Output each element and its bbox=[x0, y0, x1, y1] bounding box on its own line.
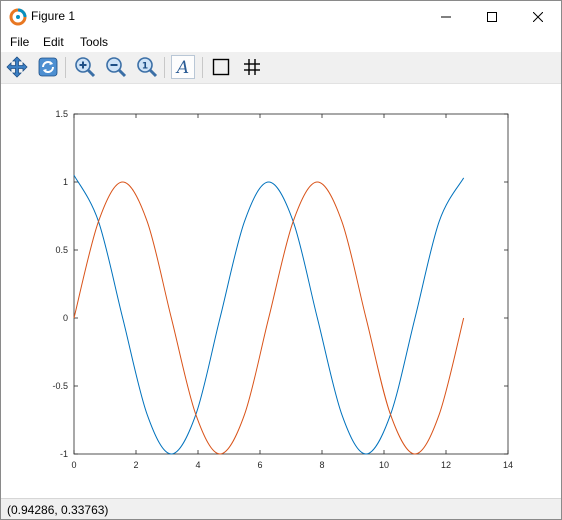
minimize-icon bbox=[441, 16, 451, 17]
menu-edit[interactable]: Edit bbox=[43, 35, 64, 49]
menu-bar: File Edit Tools bbox=[1, 32, 561, 52]
y-tick-label: 0.5 bbox=[55, 245, 68, 255]
zoom-in-button[interactable] bbox=[73, 55, 97, 79]
y-tick-label: -1 bbox=[60, 449, 68, 459]
close-button[interactable] bbox=[515, 1, 561, 32]
close-icon bbox=[533, 11, 543, 22]
x-tick-label: 12 bbox=[441, 460, 451, 470]
octave-logo-icon bbox=[9, 8, 27, 26]
title-bar[interactable]: Figure 1 bbox=[1, 1, 561, 32]
line-chart[interactable]: 0 2 4 6 8 10 12 14 -1 -0.5 0 0.5 1 1.5 bbox=[1, 84, 561, 498]
x-tick-label: 0 bbox=[71, 460, 76, 470]
series-line-2 bbox=[73, 181, 465, 455]
status-bar: (0.94286, 0.33763) bbox=[1, 498, 561, 519]
y-tick-label: 1.5 bbox=[55, 109, 68, 119]
zoom-out-button[interactable] bbox=[104, 55, 128, 79]
x-tick-label: 8 bbox=[319, 460, 324, 470]
text-insert-icon: A bbox=[175, 58, 189, 77]
x-tick-label: 6 bbox=[257, 460, 262, 470]
y-tick-label: 1 bbox=[63, 177, 68, 187]
auto-axes-glyph: 1 bbox=[142, 62, 148, 72]
auto-axes-icon: 1 bbox=[137, 57, 158, 78]
toggle-grid-button[interactable] bbox=[240, 55, 264, 79]
minimize-button[interactable] bbox=[423, 1, 469, 32]
x-tick-label: 4 bbox=[195, 460, 200, 470]
toolbar: 1 A bbox=[1, 52, 561, 84]
text-insert-glyph: A bbox=[175, 58, 189, 77]
axis-ticks: 0 2 4 6 8 10 12 14 -1 -0.5 0 0.5 1 1.5 bbox=[52, 109, 513, 470]
figure-window: Figure 1 File Edit Tools 1 A 0 2 4 6 8 1… bbox=[0, 0, 562, 520]
rotate-icon bbox=[38, 57, 58, 77]
toolbar-separator bbox=[202, 57, 203, 78]
toolbar-separator bbox=[65, 57, 66, 78]
x-tick-label: 10 bbox=[379, 460, 389, 470]
window-title: Figure 1 bbox=[31, 9, 76, 23]
y-tick-label: -0.5 bbox=[52, 381, 68, 391]
maximize-button[interactable] bbox=[469, 1, 515, 32]
pan-icon bbox=[6, 56, 28, 78]
series-layer bbox=[73, 174, 465, 455]
zoom-out-icon bbox=[106, 57, 127, 78]
pan-button[interactable] bbox=[5, 55, 29, 79]
y-tick-label: 0 bbox=[63, 313, 68, 323]
series-line-1 bbox=[73, 174, 465, 455]
plot-canvas[interactable]: 0 2 4 6 8 10 12 14 -1 -0.5 0 0.5 1 1.5 bbox=[1, 84, 561, 498]
auto-axes-button[interactable]: 1 bbox=[135, 55, 159, 79]
rotate-button[interactable] bbox=[36, 55, 60, 79]
maximize-icon bbox=[487, 11, 497, 22]
x-tick-label: 14 bbox=[503, 460, 513, 470]
text-insert-button[interactable]: A bbox=[171, 55, 195, 79]
toggle-axes-box-button[interactable] bbox=[209, 55, 233, 79]
toggle-grid-icon bbox=[244, 59, 260, 75]
toggle-axes-box-icon bbox=[212, 58, 230, 76]
toolbar-separator bbox=[164, 57, 165, 78]
x-tick-label: 2 bbox=[133, 460, 138, 470]
zoom-in-icon bbox=[75, 57, 96, 78]
menu-file[interactable]: File bbox=[10, 35, 29, 49]
cursor-coordinates: (0.94286, 0.33763) bbox=[7, 503, 109, 517]
menu-tools[interactable]: Tools bbox=[80, 35, 108, 49]
